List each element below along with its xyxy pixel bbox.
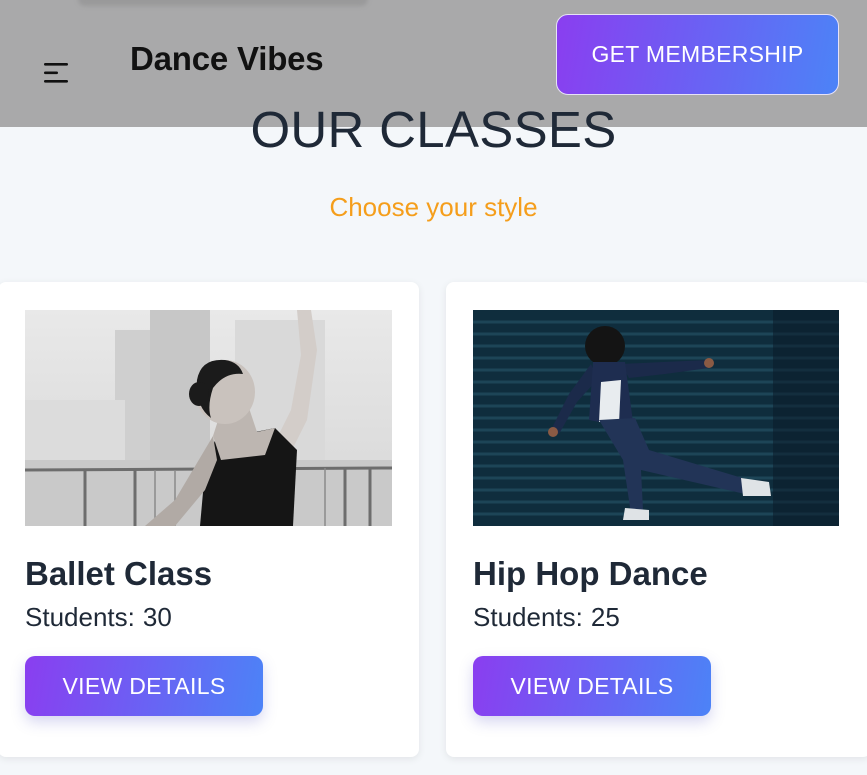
get-membership-button[interactable]: GET MEMBERSHIP [556, 14, 839, 95]
class-title: Hip Hop Dance [473, 555, 708, 592]
header-decoration [78, 0, 368, 6]
view-details-button[interactable]: VIEW DETAILS [25, 656, 263, 716]
students-count: 25 [590, 602, 620, 632]
class-title: Ballet Class [25, 555, 213, 592]
hip-hop-dancer-photo [473, 310, 839, 526]
page: Dance Vibes GET MEMBERSHIP OUR CLASSES C… [0, 0, 867, 775]
section-title: OUR CLASSES [250, 101, 617, 158]
section-subtitle: Choose your style [329, 192, 538, 222]
menu-icon[interactable] [44, 62, 70, 84]
students-count: 30 [142, 602, 172, 632]
class-students: Students: 25 [473, 602, 620, 633]
class-card-ballet: Ballet Class Students: 30 VIEW DETAILS [0, 282, 419, 757]
class-card-hip-hop: Hip Hop Dance Students: 25 VIEW DETAILS [446, 282, 867, 757]
brand-name[interactable]: Dance Vibes [130, 40, 324, 78]
ballet-dancer-photo [25, 310, 392, 526]
students-label: Students: [473, 602, 583, 632]
view-details-button[interactable]: VIEW DETAILS [473, 656, 711, 716]
class-students: Students: 30 [25, 602, 172, 633]
students-label: Students: [25, 602, 135, 632]
